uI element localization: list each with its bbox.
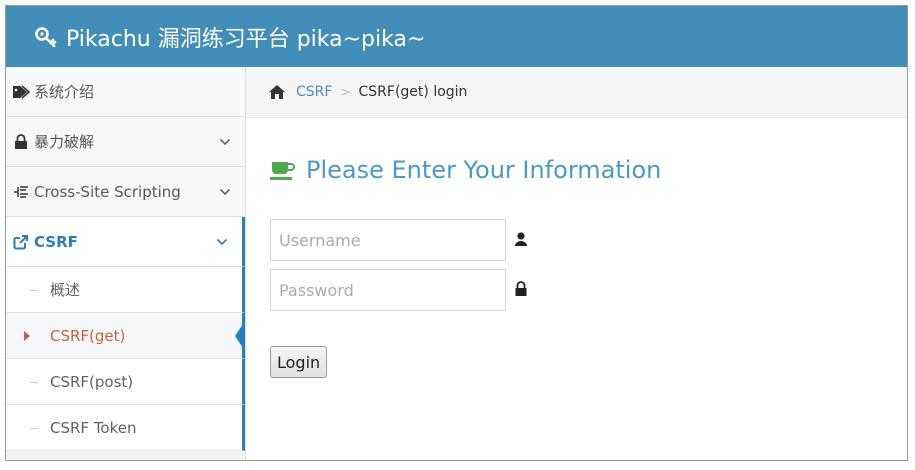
password-input[interactable] — [270, 269, 506, 311]
tree-dash — [30, 427, 38, 429]
sidebar-subitem-label: CSRF(post) — [50, 372, 134, 391]
sidebar-subitem-overview[interactable]: 概述 — [6, 267, 245, 313]
sidebar-subitem-csrf-get[interactable]: CSRF(get) — [6, 313, 245, 359]
tags-icon — [12, 84, 30, 100]
sidebar-item-xss[interactable]: Cross-Site Scripting — [6, 167, 245, 217]
sidebar: 系统介绍 暴力破解 Cross-Site Scripting CSRF 概述 C… — [6, 67, 246, 460]
sidebar-item-label: 暴力破解 — [34, 133, 95, 151]
breadcrumb-current: CSRF(get) login — [358, 84, 468, 100]
list-icon — [12, 184, 30, 200]
chevron-down-icon — [216, 238, 228, 245]
login-button[interactable]: Login — [270, 346, 328, 378]
main-content: Please Enter Your Information Login — [246, 118, 907, 460]
brand-title: Pikachu 漏洞练习平台 pika~pika~ — [66, 26, 426, 52]
sidebar-subitem-label: CSRF(get) — [50, 326, 126, 345]
tree-dash — [30, 289, 38, 291]
top-navbar: Pikachu 漏洞练习平台 pika~pika~ — [6, 6, 907, 67]
page-title-text: Please Enter Your Information — [306, 156, 662, 184]
app-window: Pikachu 漏洞练习平台 pika~pika~ 系统介绍 暴力破解 Cros… — [5, 5, 908, 461]
username-field — [270, 219, 527, 261]
external-link-icon — [12, 234, 30, 250]
chevron-down-icon — [219, 188, 231, 195]
password-field — [270, 269, 527, 311]
caret-right-icon — [24, 330, 30, 341]
lock-icon — [12, 133, 30, 150]
sidebar-item-csrf[interactable]: CSRF — [6, 217, 245, 267]
coffee-cup-icon — [270, 162, 295, 180]
sidebar-item-system-intro[interactable]: 系统介绍 — [6, 67, 245, 117]
home-icon[interactable] — [268, 84, 286, 100]
key-icon — [35, 26, 57, 47]
lock-icon — [515, 281, 527, 296]
sidebar-subitem-csrf-post[interactable]: CSRF(post) — [6, 359, 245, 405]
sidebar-item-label: CSRF — [34, 232, 78, 251]
breadcrumb-link-csrf[interactable]: CSRF — [296, 84, 332, 100]
sidebar-item-brute-force[interactable]: 暴力破解 — [6, 117, 245, 167]
breadcrumb-separator: > — [340, 85, 351, 99]
sidebar-subitem-label: 概述 — [50, 281, 81, 299]
chevron-down-icon — [219, 138, 231, 145]
sidebar-subitem-csrf-token[interactable]: CSRF Token — [6, 405, 245, 451]
username-input[interactable] — [270, 219, 506, 261]
sidebar-item-label: Cross-Site Scripting — [34, 182, 181, 201]
active-pointer — [235, 321, 245, 351]
breadcrumb: CSRF > CSRF(get) login — [246, 67, 907, 118]
page-title: Please Enter Your Information — [270, 156, 661, 184]
user-icon — [515, 232, 527, 246]
brand[interactable]: Pikachu 漏洞练习平台 pika~pika~ — [34, 21, 425, 53]
tree-dash — [30, 381, 38, 383]
sidebar-item-label: 系统介绍 — [34, 83, 95, 101]
sidebar-subitem-label: CSRF Token — [50, 418, 137, 437]
